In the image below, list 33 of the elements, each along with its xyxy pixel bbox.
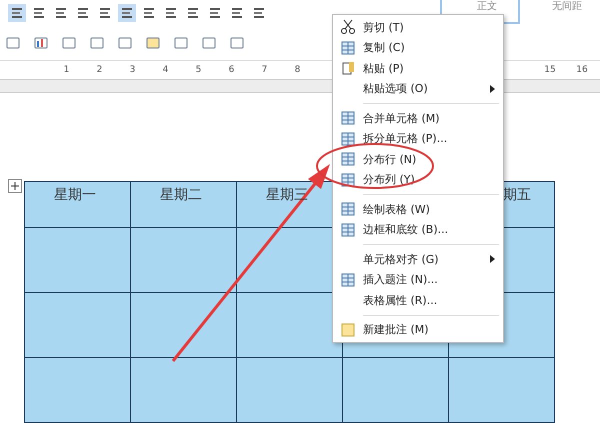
ruler-number: 2 xyxy=(96,64,104,77)
menu-item[interactable]: 表格属性 (R)... xyxy=(333,290,503,310)
ruler-number: 8 xyxy=(294,64,302,77)
style-option[interactable]: 无间距 xyxy=(520,0,600,24)
ruler-number: 15 xyxy=(543,64,557,77)
ruler-number: 5 xyxy=(194,64,202,77)
paste-icon xyxy=(340,60,356,76)
ruler-number: 4 xyxy=(162,64,170,77)
table-header-text: 期五 xyxy=(503,187,531,203)
menu-item[interactable]: 插入题注 (N)... xyxy=(333,270,503,290)
table-move-handle[interactable] xyxy=(8,179,22,193)
ruler-number: 6 xyxy=(228,64,236,77)
scissors-icon xyxy=(340,19,356,36)
menu-item[interactable]: 拆分单元格 (P)... xyxy=(333,128,503,149)
menu-item[interactable]: 粘贴 (P) xyxy=(333,58,503,78)
menu-item[interactable]: 分布行 (N) xyxy=(333,149,503,170)
submenu-arrow-icon xyxy=(490,255,495,264)
ruler-number: 3 xyxy=(128,64,136,77)
ruler-number: 1 xyxy=(62,64,70,77)
submenu-arrow-icon xyxy=(490,84,495,93)
menu-item[interactable]: 合并单元格 (M) xyxy=(333,108,503,128)
menu-item[interactable]: 边框和底纹 (B)... xyxy=(333,220,503,240)
table-header-text: 星期一 xyxy=(54,187,96,203)
align-left-icon[interactable] xyxy=(118,4,136,22)
ruler-number: 7 xyxy=(260,64,268,77)
menu-item[interactable]: 单元格对齐 (G) xyxy=(333,249,503,270)
menu-item[interactable]: 复制 (C) xyxy=(333,38,503,58)
note-icon xyxy=(340,322,356,338)
menu-item[interactable]: 粘贴选项 (O) xyxy=(333,78,503,99)
menu-item[interactable]: 新建批注 (M) xyxy=(333,320,503,340)
table-header-text: 星期二 xyxy=(160,187,202,203)
ruler-number: 16 xyxy=(575,64,589,77)
menu-item[interactable]: 绘制表格 (W) xyxy=(333,199,503,220)
